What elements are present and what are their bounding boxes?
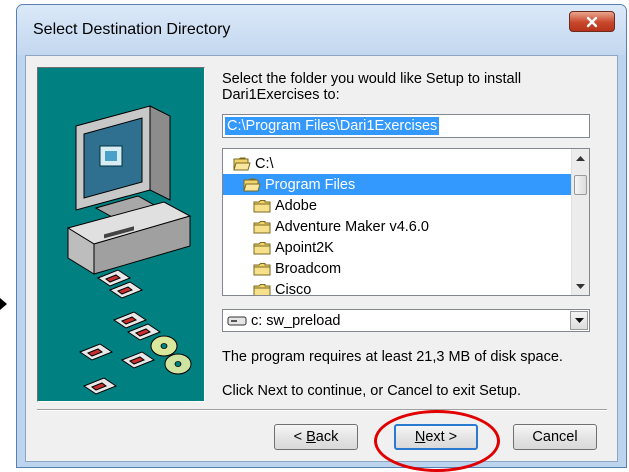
folder-item-label: Cisco <box>275 281 312 296</box>
next-button-rest: ext > <box>425 429 458 445</box>
folder-icon <box>253 220 271 233</box>
scroll-up-button[interactable] <box>572 149 589 166</box>
drive-select[interactable]: c: sw_preload <box>222 309 590 332</box>
folder-icon <box>253 241 271 254</box>
install-prompt: Select the folder you would like Setup t… <box>222 71 522 103</box>
folder-item-label: Program Files <box>265 176 356 193</box>
back-button-prefix: < <box>293 429 307 445</box>
window-title: Select Destination Directory <box>33 21 231 38</box>
dialog-window: Select Destination Directory Select the … <box>16 4 627 468</box>
next-button[interactable]: Next > <box>394 424 478 450</box>
title-bar[interactable]: Select Destination Directory <box>17 5 626 55</box>
computer-with-disks-illustration <box>66 105 192 395</box>
open-folder-icon <box>243 178 261 191</box>
folder-item-label: Adobe <box>275 197 317 214</box>
button-separator <box>37 409 607 411</box>
arrow-down-icon <box>576 283 585 289</box>
folder-item[interactable]: Adventure Maker v4.6.0 <box>223 216 429 237</box>
drive-dropdown-button[interactable] <box>570 311 588 330</box>
close-button[interactable] <box>569 11 615 32</box>
folder-item[interactable]: Broadcom <box>223 258 341 279</box>
folder-item[interactable]: Cisco <box>223 279 312 296</box>
folder-item[interactable]: C:\ <box>223 153 274 174</box>
open-folder-icon <box>233 157 251 170</box>
folder-item-label: Apoint2K <box>275 239 334 256</box>
folder-item-label: Broadcom <box>275 260 342 277</box>
cancel-button[interactable]: Cancel <box>513 424 597 450</box>
next-button-mnemonic: N <box>414 429 426 445</box>
back-button-mnemonic: B <box>306 429 316 445</box>
folder-tree-list[interactable]: C:\ Program Files Adobe Adventure Maker v4.… <box>222 148 590 296</box>
dialog-client-area: Select the folder you would like Setup t… <box>25 55 618 462</box>
scroll-thumb[interactable] <box>574 175 587 195</box>
scroll-down-button[interactable] <box>572 278 589 295</box>
folder-list-scrollbar[interactable] <box>571 149 589 295</box>
destination-path-input[interactable]: C:\Program Files\Dari1Exercises <box>222 114 590 138</box>
folder-item-label: C:\ <box>255 155 274 172</box>
folder-icon <box>253 283 271 295</box>
back-button-rest: ack <box>315 429 339 445</box>
close-icon <box>586 16 598 27</box>
destination-path-value: C:\Program Files\Dari1Exercises <box>225 117 440 135</box>
drive-select-value: c: sw_preload <box>251 312 341 329</box>
back-button[interactable]: < Back <box>274 424 358 450</box>
folder-item-label: Adventure Maker v4.6.0 <box>275 218 429 235</box>
arrow-up-icon <box>576 155 585 161</box>
folder-icon <box>253 199 271 212</box>
disk-space-text: The program requires at least 21,3 MB of… <box>222 349 563 365</box>
folder-item[interactable]: Apoint2K <box>223 237 334 258</box>
setup-illustration-panel <box>37 67 205 402</box>
folder-item[interactable]: Adobe <box>223 195 317 216</box>
folder-icon <box>253 262 271 275</box>
folder-item[interactable]: Program Files <box>223 174 571 195</box>
drive-icon <box>227 316 247 325</box>
instruction-text: Click Next to continue, or Cancel to exi… <box>222 383 522 399</box>
chevron-down-icon <box>574 317 584 323</box>
pointer-arrow-icon <box>0 298 7 310</box>
